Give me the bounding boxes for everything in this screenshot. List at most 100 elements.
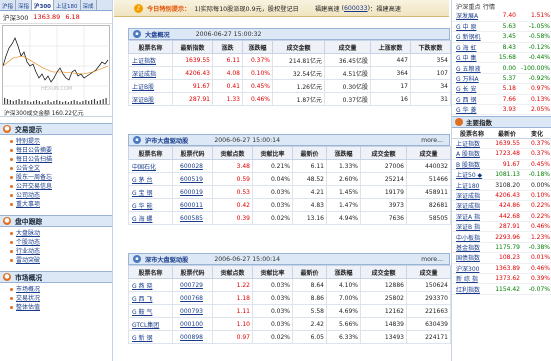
- index-name-link[interactable]: 上证50 ◆: [452, 169, 492, 181]
- left-section: ● 市场概况 市场概况 交易状况 整体估值: [0, 271, 112, 312]
- stock-name-link[interactable]: G 鞍 气: [128, 304, 173, 318]
- change-pct: 0.13%: [518, 94, 551, 106]
- left-nav-item[interactable]: 重大事项: [10, 200, 112, 209]
- tip-stock-code[interactable]: 600033: [344, 5, 368, 12]
- sz-movers-more-link[interactable]: more...: [421, 256, 443, 263]
- table-row: 上证指数 1639.55 6.11 0.37% 214.81亿元 36.45亿股 447 35…: [128, 53, 451, 67]
- intraday-chart[interactable]: HEXUN.COM: [2, 25, 110, 105]
- index-name-link[interactable]: 深证成指: [452, 200, 492, 212]
- stock-name-link[interactable]: G 万科A: [452, 73, 492, 85]
- left-nav-item[interactable]: 市场概况: [10, 285, 112, 294]
- left-nav-label: 整体估值: [16, 304, 41, 311]
- left-nav-item[interactable]: 每日公告摘要: [10, 146, 112, 155]
- index-name-link[interactable]: 上证指数: [128, 53, 173, 67]
- index-row: 上证180 3108.20 0.00%: [452, 179, 551, 191]
- index-name-link[interactable]: 红利指数: [452, 283, 492, 295]
- index-name-link[interactable]: 深证B股: [128, 92, 173, 106]
- left-nav-item[interactable]: 个股动态: [10, 238, 112, 247]
- volume-bar: [85, 100, 87, 104]
- change-pct: -0.58%: [518, 31, 551, 43]
- left-nav-item[interactable]: 行业动态: [10, 247, 112, 256]
- latest-price: 5.58: [292, 304, 327, 318]
- sz-movers-datetime: 2006-06-27 15:00:14: [214, 255, 281, 263]
- index-name-link[interactable]: 深证B 指: [452, 221, 492, 233]
- stock-name-link[interactable]: G 新 钢: [128, 330, 173, 344]
- stock-code-link[interactable]: 600519: [172, 172, 213, 186]
- stock-code-link[interactable]: 600019: [172, 185, 213, 199]
- left-nav-item[interactable]: 整体估值: [10, 303, 112, 312]
- index-name-link[interactable]: 深证A 指: [452, 211, 492, 223]
- stock-code-link[interactable]: 600011: [172, 198, 213, 212]
- sh-movers-more-link[interactable]: more...: [421, 137, 443, 144]
- table-row: GTCL集团 000100 1.10 0.03% 2.42 5.66% 14839 63043…: [128, 317, 451, 331]
- stock-name-link[interactable]: 深发展A: [452, 11, 492, 22]
- index-name-link[interactable]: B 股指数: [452, 159, 492, 171]
- index-name-link[interactable]: 新 综 指: [452, 273, 492, 285]
- index-tab[interactable]: 深指: [16, 0, 33, 10]
- stock-name-link[interactable]: G 宝 钢: [128, 185, 173, 199]
- turnover-amount: 214.81亿元: [272, 53, 325, 67]
- stock-name-link[interactable]: G 燕 晓: [128, 278, 173, 292]
- stock-code-link[interactable]: 000100: [172, 317, 213, 331]
- left-nav-item[interactable]: 公司动态: [10, 191, 112, 200]
- movers-col-header: 最新价: [292, 146, 327, 160]
- left-nav-item[interactable]: 公告全文: [10, 164, 112, 173]
- latest-index: 91.67: [172, 79, 213, 93]
- stock-code-link[interactable]: 600028: [172, 159, 213, 173]
- left-nav-item[interactable]: 公开交易信息: [10, 182, 112, 191]
- change-pct: 0.37%: [242, 53, 273, 67]
- watchlist-row: G 长 安 5.18 0.97%: [452, 83, 551, 95]
- index-name-link[interactable]: 上证指数: [452, 138, 492, 150]
- turnover-amount: 14839: [360, 317, 407, 331]
- stock-name-link[interactable]: G 西 飞: [128, 291, 173, 305]
- index-name-link[interactable]: 沪深300: [452, 263, 492, 275]
- stock-name-link[interactable]: G 新钢机: [452, 31, 492, 43]
- change-pct: 0.37%: [522, 148, 551, 160]
- index-tab[interactable]: 上证180: [54, 0, 81, 10]
- stock-code-link[interactable]: 600585: [172, 211, 213, 225]
- index-name-link[interactable]: 基金指数: [452, 242, 492, 254]
- index-name-link[interactable]: 深证成指: [452, 190, 492, 202]
- stock-name-link[interactable]: G 华 能: [128, 198, 173, 212]
- index-name-link[interactable]: 中小板指: [452, 231, 492, 243]
- major-index-header: 主要指数: [452, 116, 551, 129]
- left-nav-item[interactable]: 雷动突破: [10, 256, 112, 265]
- stock-name-link[interactable]: G 华 菱: [452, 104, 492, 116]
- stock-name-link[interactable]: G 中 原: [452, 21, 492, 33]
- contribution-points: 0.39: [212, 211, 253, 225]
- stock-name-link[interactable]: G 中 集: [452, 52, 492, 64]
- index-name-link[interactable]: 上证180: [452, 179, 492, 191]
- stock-name-link[interactable]: GTCL集团: [128, 317, 173, 331]
- overview-col-header: 下跌家数: [410, 40, 451, 54]
- stock-code-link[interactable]: 000729: [172, 278, 213, 292]
- stock-name-link[interactable]: G 海 螺: [128, 211, 173, 225]
- index-name-link[interactable]: 国债指数: [452, 252, 492, 264]
- index-name-link[interactable]: 上证B股: [128, 79, 173, 93]
- index-name-link[interactable]: A 股指数: [452, 148, 492, 160]
- stock-name-link[interactable]: 中国石化: [128, 159, 173, 173]
- stock-name-link[interactable]: G 五粮液: [452, 62, 492, 74]
- index-tab[interactable]: 沪300: [32, 0, 55, 10]
- stock-code-link[interactable]: 000793: [172, 304, 213, 318]
- movers-col-header: 涨跌幅: [326, 146, 361, 160]
- left-nav-item[interactable]: 每日公告扫描: [10, 155, 112, 164]
- left-nav-item[interactable]: 股东一周备忘: [10, 173, 112, 182]
- change-pct: 0.37%: [522, 138, 551, 150]
- index-change: 6.18: [65, 13, 80, 21]
- stock-name-link[interactable]: G 长 安: [452, 83, 492, 95]
- index-row: 深证B 指 287.91 0.46%: [452, 221, 551, 233]
- stock-name-link[interactable]: G 西 钢: [452, 94, 492, 106]
- stock-name-link[interactable]: G 海 虹: [452, 42, 492, 54]
- left-nav-item[interactable]: 交易状况: [10, 294, 112, 303]
- index-name-link[interactable]: 深证成指: [128, 66, 173, 80]
- stock-code-link[interactable]: 000768: [172, 291, 213, 305]
- left-nav-item[interactable]: 特别提示: [10, 137, 112, 146]
- stock-code-link[interactable]: 000898: [172, 330, 213, 344]
- index-tab[interactable]: 沪指: [0, 0, 17, 10]
- latest-price: 424.86: [492, 200, 522, 212]
- stock-name-link[interactable]: G 茅 台: [128, 172, 173, 186]
- volume-bar: [79, 102, 81, 104]
- index-row: 上证指数 1639.55 0.37%: [452, 138, 551, 150]
- index-tab[interactable]: 深成: [81, 0, 97, 10]
- left-nav-item[interactable]: 大盘脉动: [10, 229, 112, 238]
